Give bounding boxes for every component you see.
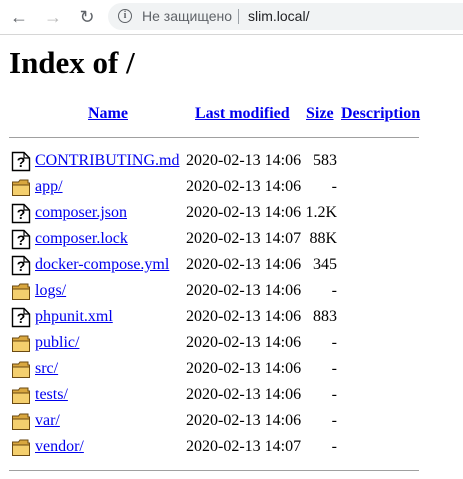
file-unknown-icon: ?: [11, 229, 31, 250]
size-cell: -: [331, 282, 337, 299]
svg-text:?: ?: [17, 154, 26, 170]
column-header-size[interactable]: Size: [306, 105, 334, 123]
last-modified-cell: 2020-02-13 14:06: [186, 256, 302, 273]
file-link[interactable]: CONTRIBUTING.md: [35, 152, 179, 170]
file-link[interactable]: docker-compose.yml: [35, 256, 169, 274]
column-header-last-modified[interactable]: Last modified: [195, 105, 290, 123]
last-modified-cell: 2020-02-13 14:06: [186, 412, 302, 429]
address-separator: [238, 9, 239, 24]
table-row: var/2020-02-13 14:06 -: [0, 410, 463, 436]
file-link[interactable]: composer.json: [35, 204, 127, 222]
folder-icon: [11, 333, 31, 354]
file-link[interactable]: composer.lock: [35, 230, 128, 248]
table-row: vendor/2020-02-13 14:07 -: [0, 436, 463, 462]
file-unknown-icon: ?: [11, 151, 31, 172]
back-arrow-icon[interactable]: ←: [8, 6, 30, 28]
last-modified-cell: 2020-02-13 14:06: [186, 308, 302, 325]
column-header-name[interactable]: Name: [88, 105, 128, 123]
table-row: ? docker-compose.yml 2020-02-13 14:06 345: [0, 254, 463, 280]
table-row: ? composer.json 2020-02-13 14:06 1.2K: [0, 202, 463, 228]
table-row: logs/2020-02-13 14:06 -: [0, 280, 463, 306]
file-link[interactable]: src/: [35, 360, 58, 378]
file-link[interactable]: var/: [35, 412, 60, 430]
folder-icon: [11, 281, 31, 302]
svg-text:?: ?: [17, 232, 26, 248]
table-row: ? phpunit.xml 2020-02-13 14:06 883: [0, 306, 463, 332]
file-link[interactable]: app/: [35, 178, 63, 196]
size-cell: -: [331, 360, 337, 377]
size-cell: -: [331, 334, 337, 351]
folder-icon: [11, 177, 31, 198]
size-cell: 345: [313, 256, 337, 273]
info-icon[interactable]: i: [118, 9, 132, 23]
folder-icon: [11, 385, 31, 406]
size-cell: 883: [313, 308, 337, 325]
file-link[interactable]: logs/: [35, 282, 66, 300]
browser-toolbar: ← → ↻ i Не защищено slim.local/: [0, 0, 463, 35]
file-link[interactable]: phpunit.xml: [35, 308, 113, 326]
forward-arrow-icon[interactable]: →: [42, 6, 64, 28]
file-link[interactable]: vendor/: [35, 438, 84, 456]
last-modified-cell: 2020-02-13 14:06: [186, 360, 302, 377]
header-divider: [9, 137, 419, 138]
table-row: tests/2020-02-13 14:06 -: [0, 384, 463, 410]
svg-text:?: ?: [17, 258, 26, 274]
last-modified-cell: 2020-02-13 14:07: [186, 230, 302, 247]
size-cell: -: [331, 412, 337, 429]
last-modified-cell: 2020-02-13 14:06: [186, 386, 302, 403]
page-title: Index of /: [9, 45, 135, 80]
last-modified-cell: 2020-02-13 14:06: [186, 334, 302, 351]
file-unknown-icon: ?: [11, 255, 31, 276]
file-link[interactable]: public/: [35, 334, 79, 352]
file-unknown-icon: ?: [11, 307, 31, 328]
folder-icon: [11, 359, 31, 380]
folder-icon: [11, 411, 31, 432]
svg-text:?: ?: [17, 206, 26, 222]
security-label[interactable]: Не защищено: [142, 8, 232, 24]
url-text[interactable]: slim.local/: [248, 8, 309, 24]
last-modified-cell: 2020-02-13 14:07: [186, 438, 302, 455]
svg-text:?: ?: [17, 310, 26, 326]
size-cell: 1.2K: [305, 204, 337, 221]
table-row: ? composer.lock 2020-02-13 14:07 88K: [0, 228, 463, 254]
size-cell: -: [331, 438, 337, 455]
table-row: public/2020-02-13 14:06 -: [0, 332, 463, 358]
last-modified-cell: 2020-02-13 14:06: [186, 152, 302, 169]
size-cell: -: [331, 178, 337, 195]
last-modified-cell: 2020-02-13 14:06: [186, 178, 302, 195]
table-row: src/2020-02-13 14:06 -: [0, 358, 463, 384]
last-modified-cell: 2020-02-13 14:06: [186, 204, 302, 221]
file-link[interactable]: tests/: [35, 386, 68, 404]
size-cell: -: [331, 386, 337, 403]
table-row: app/2020-02-13 14:06 -: [0, 176, 463, 202]
size-cell: 88K: [309, 230, 337, 247]
file-unknown-icon: ?: [11, 203, 31, 224]
footer-divider: [9, 470, 419, 471]
size-cell: 583: [313, 152, 337, 169]
address-bar[interactable]: i Не защищено slim.local/: [108, 3, 463, 30]
table-row: ? CONTRIBUTING.md 2020-02-13 14:06 583: [0, 150, 463, 176]
column-header-description[interactable]: Description: [341, 105, 420, 123]
reload-icon[interactable]: ↻: [76, 6, 98, 28]
folder-icon: [11, 437, 31, 458]
last-modified-cell: 2020-02-13 14:06: [186, 282, 302, 299]
